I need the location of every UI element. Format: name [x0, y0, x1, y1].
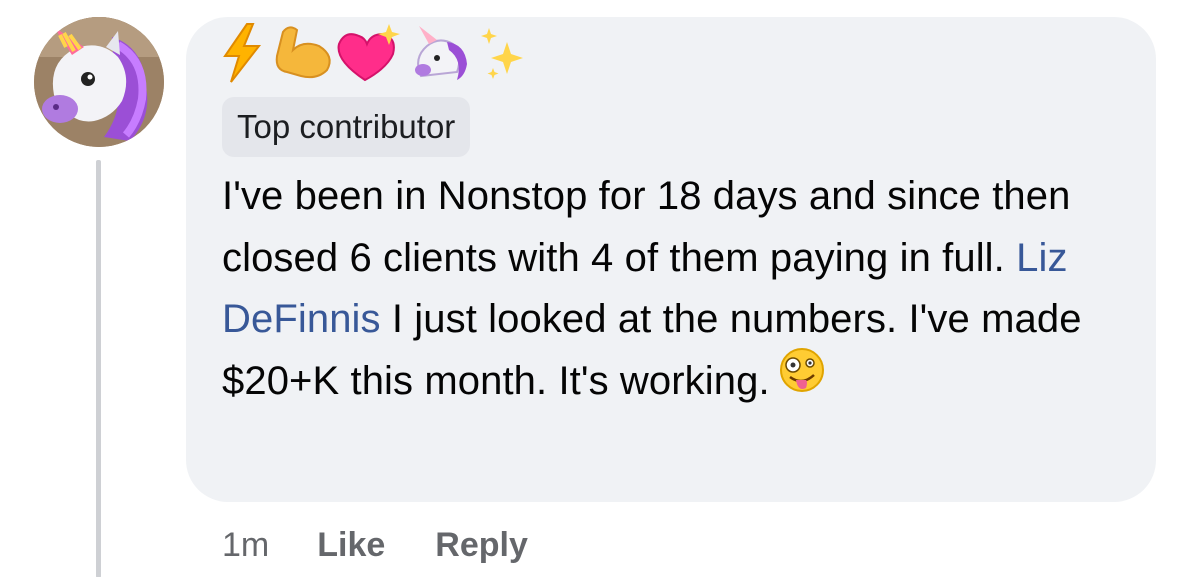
comment-thread: Top contributor I've been in Nonstop for…: [0, 0, 1200, 577]
unicorn-avatar-icon: [34, 17, 164, 147]
lightning-icon: [223, 23, 262, 83]
sparkles-icon: [481, 28, 523, 79]
author-flair[interactable]: [217, 20, 557, 86]
comment-text-part: I've been in Nonstop for 18 days and sin…: [222, 174, 1071, 280]
comment-actions: 1m Like Reply: [222, 520, 578, 570]
comment-text: I've been in Nonstop for 18 days and sin…: [222, 166, 1122, 412]
top-contributor-badge[interactable]: Top contributor: [222, 97, 471, 157]
timestamp[interactable]: 1m: [222, 520, 269, 570]
zany-face-icon: [778, 346, 826, 413]
reply-button[interactable]: Reply: [435, 520, 528, 570]
like-button[interactable]: Like: [317, 520, 385, 570]
flexed-biceps-icon: [275, 26, 331, 79]
avatar[interactable]: [34, 17, 164, 147]
sparkling-heart-icon: [337, 24, 400, 82]
thread-line: [96, 160, 101, 577]
unicorn-icon: [415, 26, 467, 80]
